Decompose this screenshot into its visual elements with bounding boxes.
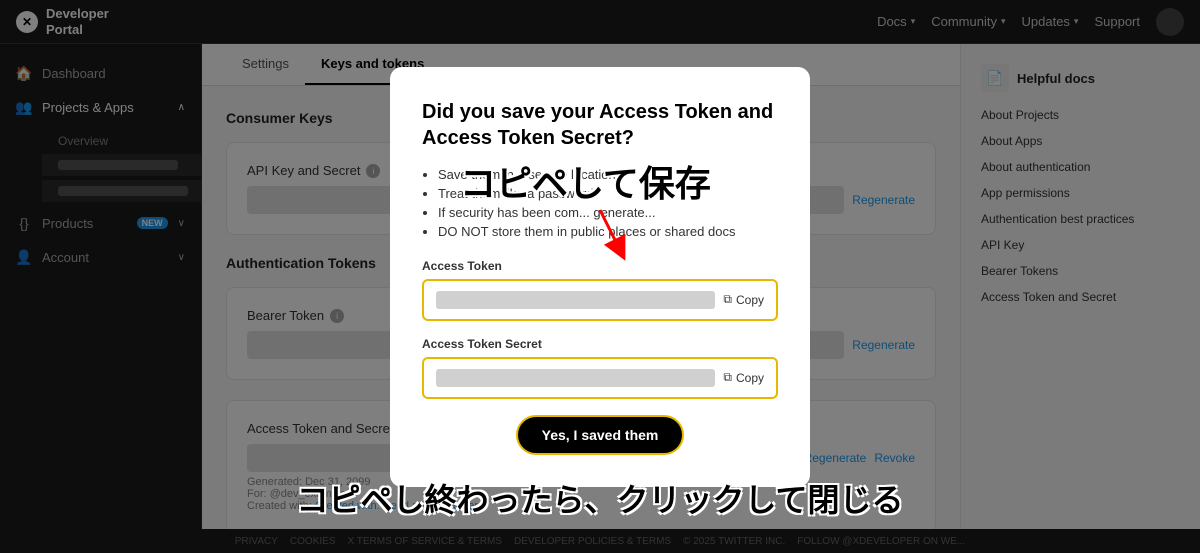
access-token-copy-label: Copy: [736, 293, 764, 307]
bullet-0: Save them in a secure location: [438, 167, 778, 182]
modal-title: Did you save your Access Token and Acces…: [422, 99, 778, 151]
access-token-secret-copy-button[interactable]: ⧉ Copy: [723, 370, 764, 385]
bullet-1: Treat them like a password: [438, 186, 778, 201]
access-token-secret-copy-label: Copy: [736, 371, 764, 385]
copy-icon-2: ⧉: [723, 370, 732, 385]
modal-overlay: Did you save your Access Token and Acces…: [0, 0, 1200, 553]
access-token-field-label: Access Token: [422, 259, 778, 273]
access-token-copy-button[interactable]: ⧉ Copy: [723, 292, 764, 307]
modal: Did you save your Access Token and Acces…: [390, 67, 810, 487]
access-token-secret-field-value: [436, 369, 715, 387]
modal-bullets: Save them in a secure location Treat the…: [422, 167, 778, 239]
access-token-secret-field-label: Access Token Secret: [422, 337, 778, 351]
access-token-field-value: [436, 291, 715, 309]
confirm-saved-button[interactable]: Yes, I saved them: [516, 415, 685, 455]
copy-icon: ⧉: [723, 292, 732, 307]
access-token-field-box: ⧉ Copy: [422, 279, 778, 321]
bullet-2: If security has been com... generate...: [438, 205, 778, 220]
access-token-secret-field-box: ⧉ Copy: [422, 357, 778, 399]
bullet-3: DO NOT store them in public places or sh…: [438, 224, 778, 239]
